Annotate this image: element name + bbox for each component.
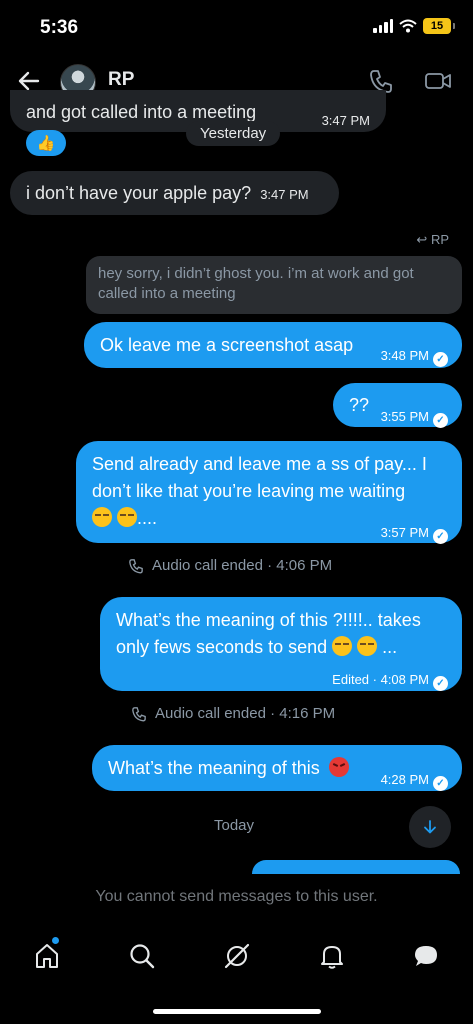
message-meta: 3:57 PM ✓ xyxy=(381,518,448,546)
message-timestamp: 3:55 PM xyxy=(380,409,429,424)
message-text: Ok leave me a screenshot asap xyxy=(100,335,354,355)
status-time: 5:36 xyxy=(40,17,79,38)
reply-indicator: ↩ RP xyxy=(416,232,449,247)
message-meta: Edited · 4:08 PM ✓ xyxy=(332,665,448,693)
read-check-icon: ✓ xyxy=(433,352,448,367)
battery-icon: 15 xyxy=(423,18,455,34)
message-timestamp: 4:28 PM xyxy=(380,772,429,787)
search-icon[interactable] xyxy=(127,941,157,971)
message-timestamp: 3:47 PM xyxy=(321,113,370,128)
home-icon[interactable] xyxy=(32,941,62,971)
message-text: What’s the meaning of this xyxy=(108,758,320,778)
message-timestamp: 3:47 PM xyxy=(260,187,309,202)
call-event-text: Audio call ended · 4:16 PM xyxy=(155,705,336,722)
read-check-icon: ✓ xyxy=(433,529,448,544)
message-emoji-line: only fews seconds to send ... xyxy=(116,634,446,661)
cannot-message-notice: You cannot send messages to this user. xyxy=(95,888,378,905)
grok-icon[interactable] xyxy=(222,941,252,971)
contact-name[interactable]: RP xyxy=(108,69,134,91)
quoted-message[interactable]: hey sorry, i didn’t ghost you. i’m at wo… xyxy=(86,256,462,314)
message-text: ?? xyxy=(349,395,370,415)
home-indicator xyxy=(153,1009,321,1014)
message-bubble-received[interactable]: i don’t have your apple pay? 3:47 PM xyxy=(10,171,339,215)
bottom-tab-bar xyxy=(0,935,473,981)
message-text: and got called into a meeting xyxy=(26,102,257,122)
call-event: Audio call ended · 4:06 PM xyxy=(128,557,332,574)
message-bubble-sent-partial[interactable] xyxy=(252,860,460,874)
message-text-line: What’s the meaning of this ?!!!!.. takes xyxy=(116,610,421,630)
message-timestamp: Edited · 4:08 PM xyxy=(332,672,429,687)
read-check-icon: ✓ xyxy=(433,776,448,791)
date-separator-today: Today xyxy=(214,817,255,834)
read-check-icon: ✓ xyxy=(433,413,448,428)
signal-icon xyxy=(373,19,393,33)
call-event: Audio call ended · 4:16 PM xyxy=(131,705,335,722)
angry-face-icon xyxy=(328,757,349,777)
message-suffix: ... xyxy=(382,637,398,657)
notification-dot xyxy=(52,937,59,944)
phone-icon xyxy=(132,706,146,721)
thumbs-up-icon: 👍 xyxy=(36,135,56,152)
message-bubble-sent[interactable]: What’s the meaning of this ?!!!!.. takes… xyxy=(100,597,462,691)
message-suffix: .... xyxy=(137,508,158,528)
unamused-face-icon xyxy=(92,507,112,527)
message-text-line: only fews seconds to send xyxy=(116,637,328,657)
message-meta: 3:48 PM ✓ xyxy=(381,341,448,369)
reply-to-name: RP xyxy=(430,232,449,247)
arrow-down-icon xyxy=(424,820,436,834)
status-bar: 5:36 15 xyxy=(0,0,473,56)
message-meta: 3:55 PM ✓ xyxy=(381,402,448,430)
unamused-face-icon xyxy=(117,507,138,527)
message-bubble-sent[interactable]: Send already and leave me a ss of pay...… xyxy=(76,441,462,546)
message-text-line: Send already and leave me a ss of pay...… xyxy=(92,454,427,474)
reaction-badge[interactable]: 👍 xyxy=(26,130,66,156)
message-timestamp: 3:48 PM xyxy=(380,348,429,363)
messages-icon[interactable] xyxy=(411,941,441,971)
message-meta: 4:28 PM ✓ xyxy=(381,765,448,793)
phone-icon xyxy=(129,558,143,573)
battery-level: 15 xyxy=(430,20,444,32)
message-text: i don’t have your apple pay? xyxy=(26,183,252,203)
message-bubble-sent[interactable]: ?? 3:55 PM ✓ xyxy=(333,383,462,430)
bell-icon[interactable] xyxy=(317,941,347,971)
call-event-text: Audio call ended · 4:06 PM xyxy=(152,557,333,574)
scroll-to-bottom-button[interactable] xyxy=(409,806,451,848)
message-text-line: don’t like that you’re leaving me waitin… xyxy=(92,481,406,501)
read-check-icon: ✓ xyxy=(433,676,448,691)
unamused-face-icon xyxy=(332,636,353,656)
date-separator-yesterday: Yesterday xyxy=(186,121,281,146)
unamused-face-icon xyxy=(357,636,378,656)
message-bubble-sent[interactable]: Ok leave me a screenshot asap 3:48 PM ✓ xyxy=(84,322,462,368)
message-bubble-sent[interactable]: What’s the meaning of this 4:28 PM ✓ xyxy=(92,745,462,791)
video-icon[interactable] xyxy=(424,69,452,93)
message-timestamp: 3:57 PM xyxy=(380,525,429,540)
status-icons: 15 xyxy=(373,18,455,34)
wifi-icon xyxy=(399,19,417,33)
